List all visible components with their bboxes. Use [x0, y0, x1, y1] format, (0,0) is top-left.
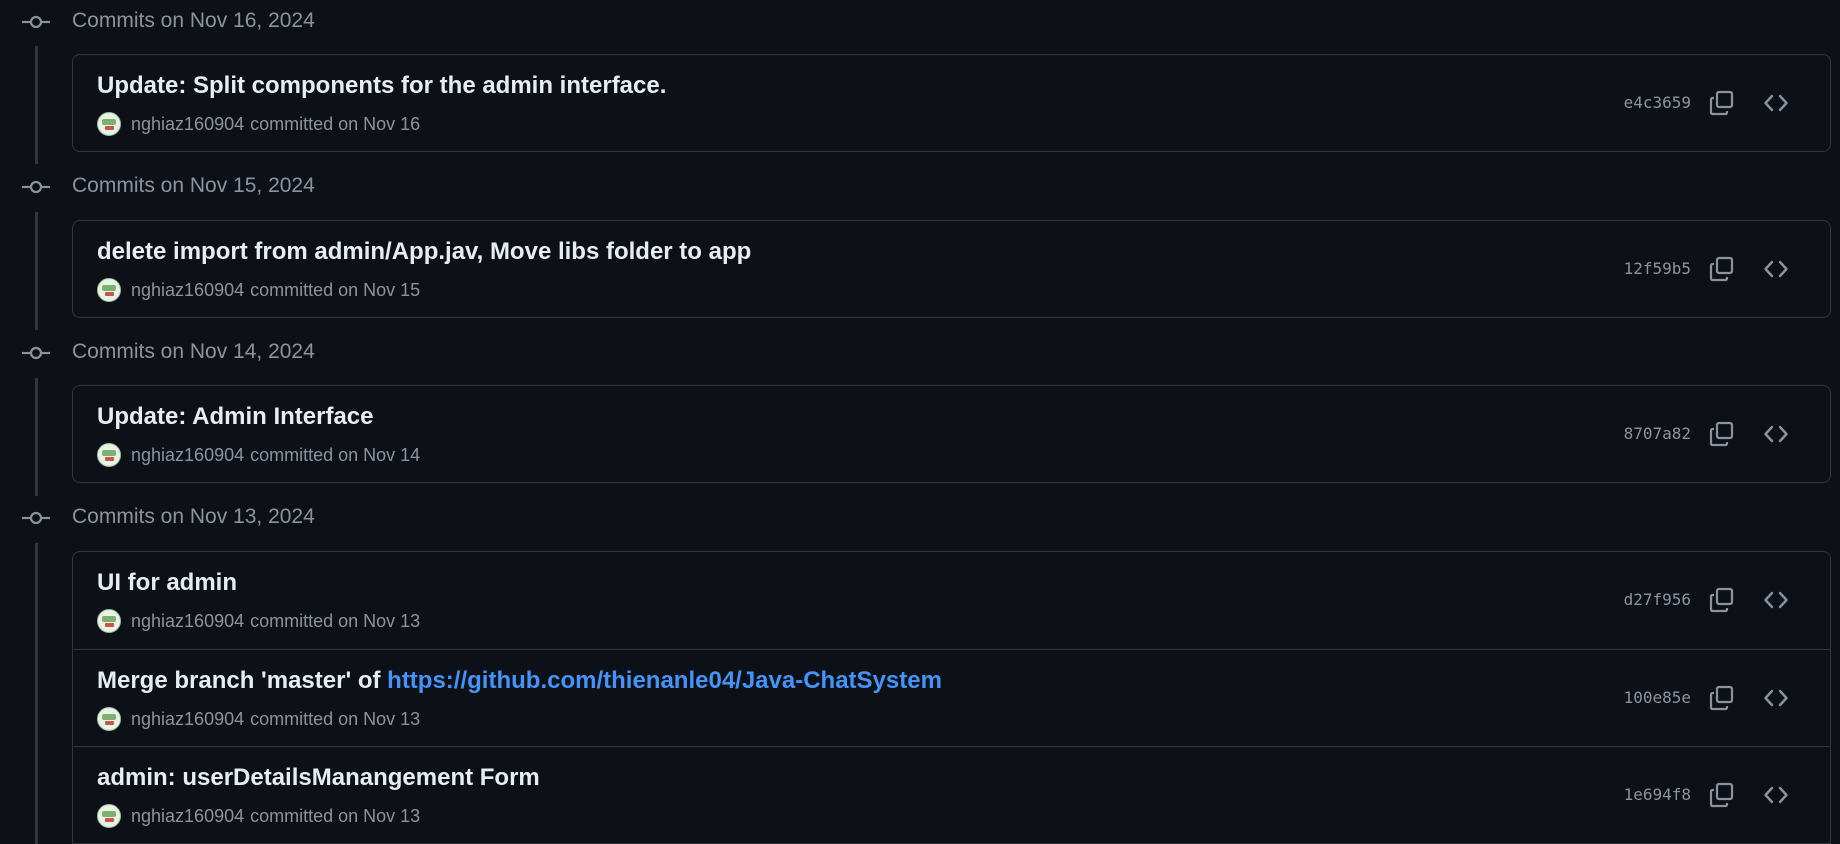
repo-url-link[interactable]: https://github.com/thienanle04/Java-Chat…	[387, 667, 942, 694]
commit-sha-link[interactable]: 12f59b5	[1624, 259, 1691, 278]
author-link[interactable]: nghiaz160904	[131, 611, 244, 632]
copy-icon	[1709, 256, 1734, 282]
copy-sha-button[interactable]	[1704, 680, 1740, 716]
browse-repo-button[interactable]	[1758, 777, 1794, 813]
code-icon	[1764, 94, 1788, 112]
commit-title-text: Merge branch 'master' of	[97, 667, 388, 694]
timeline-line	[35, 212, 38, 330]
commit-list: UI for admin nghiaz160904 committed on N…	[72, 551, 1831, 844]
commit-meta: nghiaz160904 committed on Nov 13	[97, 803, 420, 829]
commit-meta: nghiaz160904 committed on Nov 15	[97, 277, 420, 303]
commit-row: Merge branch 'master' of https://github.…	[73, 649, 1830, 746]
copy-sha-button[interactable]	[1704, 251, 1740, 287]
commit-date: committed on Nov 15	[250, 279, 421, 300]
copy-icon	[1709, 587, 1734, 613]
commit-title-link[interactable]: UI for admin	[97, 569, 237, 597]
commit-row: Update: Split components for the admin i…	[73, 55, 1830, 151]
commit-group-header: Commits on Nov 16, 2024	[0, 0, 1840, 44]
commit-meta: nghiaz160904 committed on Nov 14	[97, 442, 420, 468]
code-icon	[1764, 591, 1788, 609]
browse-repo-button[interactable]	[1758, 680, 1794, 716]
author-link[interactable]: nghiaz160904	[131, 114, 244, 135]
commit-meta: nghiaz160904 committed on Nov 16	[97, 111, 420, 137]
commit-meta: nghiaz160904 committed on Nov 13	[97, 706, 420, 732]
commit-row: Update: Admin Interface nghiaz160904 com…	[73, 386, 1830, 482]
avatar[interactable]	[97, 278, 121, 302]
commit-title-link[interactable]: admin: userDetailsManangement Form	[97, 764, 540, 792]
avatar[interactable]	[97, 443, 121, 467]
commit-title-link[interactable]: delete import from admin/App.jav, Move l…	[97, 238, 751, 266]
commit-row: delete import from admin/App.jav, Move l…	[73, 221, 1830, 317]
copy-sha-button[interactable]	[1704, 582, 1740, 618]
copy-sha-button[interactable]	[1704, 416, 1740, 452]
author-link[interactable]: nghiaz160904	[131, 445, 244, 466]
code-icon	[1764, 786, 1788, 804]
copy-icon	[1709, 782, 1734, 808]
commit-date: committed on Nov 13	[250, 708, 421, 729]
timeline-line	[35, 46, 38, 164]
avatar[interactable]	[97, 112, 121, 136]
browse-repo-button[interactable]	[1758, 251, 1794, 287]
author-link[interactable]: nghiaz160904	[131, 806, 244, 827]
commit-title-link[interactable]: Merge branch 'master' of https://github.…	[97, 667, 942, 695]
timeline-line	[35, 378, 38, 496]
commit-date: committed on Nov 16	[250, 113, 421, 134]
code-icon	[1764, 689, 1788, 707]
copy-icon	[1709, 90, 1734, 116]
commit-row: admin: userDetailsManangement Form nghia…	[73, 746, 1830, 843]
commit-group-header: Commits on Nov 14, 2024	[0, 331, 1840, 375]
copy-sha-button[interactable]	[1704, 777, 1740, 813]
avatar[interactable]	[97, 804, 121, 828]
commit-date: committed on Nov 14	[250, 444, 421, 465]
author-link[interactable]: nghiaz160904	[131, 280, 244, 301]
commit-sha-link[interactable]: 8707a82	[1624, 424, 1691, 443]
commit-title-link[interactable]: Update: Split components for the admin i…	[97, 72, 666, 100]
commit-list: delete import from admin/App.jav, Move l…	[72, 220, 1831, 318]
copy-icon	[1709, 685, 1734, 711]
commit-group-date: Commits on Nov 15, 2024	[72, 174, 315, 197]
commit-sha-link[interactable]: 100e85e	[1624, 688, 1691, 707]
commit-meta: nghiaz160904 committed on Nov 13	[97, 608, 420, 634]
commit-row: UI for admin nghiaz160904 committed on N…	[73, 552, 1830, 649]
browse-repo-button[interactable]	[1758, 582, 1794, 618]
copy-sha-button[interactable]	[1704, 85, 1740, 121]
code-icon	[1764, 425, 1788, 443]
copy-icon	[1709, 421, 1734, 447]
avatar[interactable]	[97, 609, 121, 633]
commit-title-link[interactable]: Update: Admin Interface	[97, 403, 373, 431]
commit-date: committed on Nov 13	[250, 805, 421, 826]
commit-list: Update: Admin Interface nghiaz160904 com…	[72, 385, 1831, 483]
timeline-line	[35, 543, 38, 844]
commit-group-header: Commits on Nov 15, 2024	[0, 165, 1840, 209]
commit-date: committed on Nov 13	[250, 610, 421, 631]
commit-sha-link[interactable]: e4c3659	[1624, 93, 1691, 112]
browse-repo-button[interactable]	[1758, 416, 1794, 452]
commit-group-date: Commits on Nov 13, 2024	[72, 505, 315, 528]
git-commit-icon	[22, 346, 50, 360]
commit-sha-link[interactable]: 1e694f8	[1624, 785, 1691, 804]
git-commit-icon	[22, 180, 50, 194]
git-commit-icon	[22, 15, 50, 29]
commit-group-header: Commits on Nov 13, 2024	[0, 496, 1840, 540]
git-commit-icon	[22, 511, 50, 525]
browse-repo-button[interactable]	[1758, 85, 1794, 121]
avatar[interactable]	[97, 707, 121, 731]
commit-group-date: Commits on Nov 16, 2024	[72, 9, 315, 32]
code-icon	[1764, 260, 1788, 278]
commit-group-date: Commits on Nov 14, 2024	[72, 340, 315, 363]
author-link[interactable]: nghiaz160904	[131, 709, 244, 730]
commit-list: Update: Split components for the admin i…	[72, 54, 1831, 152]
commit-sha-link[interactable]: d27f956	[1624, 590, 1691, 609]
